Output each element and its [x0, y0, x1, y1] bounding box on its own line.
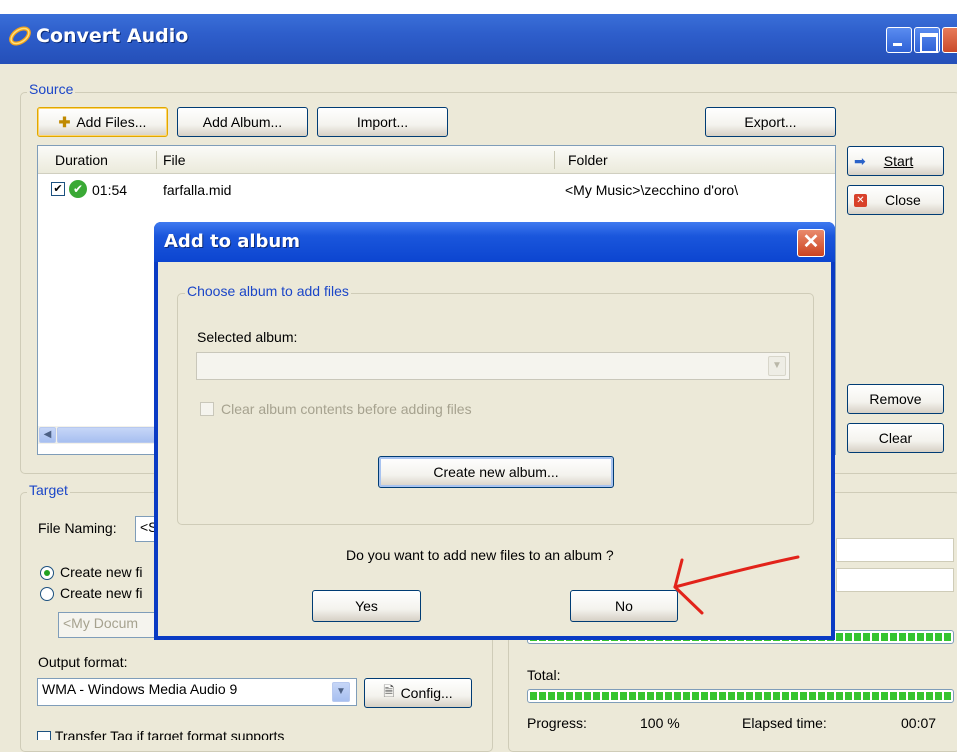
no-label: No: [615, 598, 633, 614]
chevron-down-icon[interactable]: ▼: [768, 356, 786, 376]
export-label: Export...: [744, 114, 797, 130]
import-button[interactable]: Import...: [317, 107, 448, 137]
elapsed-value: 00:07: [901, 715, 937, 731]
clear-button[interactable]: Clear: [847, 423, 944, 453]
clear-album-label: Clear album contents before adding files: [221, 401, 472, 417]
transfer-tag-label: Transfer Tag if target format supports: [54, 728, 285, 740]
dialog-title: Add to album: [164, 231, 300, 252]
arrow-right-icon: ➡: [854, 152, 866, 169]
progress-label: Progress:: [527, 715, 587, 731]
row-checkbox[interactable]: ✔: [51, 182, 65, 196]
total-progress-fill: [530, 692, 951, 700]
yes-label: Yes: [355, 598, 378, 614]
choose-album-label: Choose album to add files: [185, 283, 351, 299]
file-naming-label: File Naming:: [38, 520, 117, 536]
create-new-album-label: Create new album...: [433, 464, 559, 480]
start-label: Start: [883, 153, 914, 169]
ok-status-icon: ✔: [69, 180, 87, 198]
window-title: Convert Audio: [36, 25, 189, 47]
transfer-tag-row[interactable]: Transfer Tag if target format supports: [37, 728, 437, 740]
output-format-select[interactable]: WMA - Windows Media Audio 9: [37, 678, 357, 706]
source-group-label: Source: [27, 81, 76, 97]
add-album-button[interactable]: Add Album...: [177, 107, 308, 137]
column-duration[interactable]: Duration: [55, 152, 108, 168]
clear-label: Clear: [878, 430, 913, 446]
maximize-button[interactable]: [914, 27, 940, 53]
selected-album-select[interactable]: [196, 352, 790, 380]
column-file[interactable]: File: [163, 152, 186, 168]
dialog-close-button[interactable]: ✕: [797, 229, 825, 257]
output-format-value: WMA - Windows Media Audio 9: [42, 681, 238, 697]
radio-create-new-2-label: Create new fi: [60, 585, 143, 601]
remove-button[interactable]: Remove: [847, 384, 944, 414]
radio-create-new-1-label: Create new fi: [60, 564, 143, 580]
add-files-button[interactable]: ✚ Add Files...: [37, 107, 168, 137]
remove-label: Remove: [869, 391, 922, 407]
export-button[interactable]: Export...: [705, 107, 836, 137]
app-logo-icon: [9, 26, 31, 46]
add-files-label: Add Files...: [76, 114, 147, 130]
import-label: Import...: [356, 114, 409, 130]
total-progress-bar: [527, 689, 954, 703]
target-group-label: Target: [27, 482, 70, 498]
row-duration: 01:54: [92, 182, 128, 198]
radio-create-new-1[interactable]: [40, 566, 54, 580]
clear-album-checkbox[interactable]: [200, 402, 214, 416]
output-folder-field[interactable]: <My Docum: [58, 612, 168, 638]
total-label: Total:: [527, 667, 561, 683]
selected-album-label: Selected album:: [197, 329, 298, 345]
status-field-1: [836, 538, 954, 562]
close-x-icon: ✕: [854, 193, 867, 207]
start-button[interactable]: ➡ Start: [847, 146, 944, 176]
column-folder[interactable]: Folder: [568, 152, 608, 168]
config-button[interactable]: 🗎 Config...: [364, 678, 472, 708]
progress-value: 100 %: [640, 715, 680, 731]
column-separator: [554, 151, 555, 169]
row-folder: <My Music>\zecchino d'oro\: [565, 182, 739, 198]
status-field-2: [836, 568, 954, 592]
scroll-left-icon[interactable]: ◀: [39, 427, 56, 443]
transfer-tag-checkbox[interactable]: [37, 731, 51, 740]
chevron-down-icon[interactable]: ▼: [332, 682, 350, 702]
dialog-question: Do you want to add new files to an album…: [346, 547, 614, 563]
file-list-header: [38, 146, 835, 174]
annotation-arrow-icon: [673, 555, 800, 615]
column-separator: [156, 151, 157, 169]
output-format-label: Output format:: [38, 654, 128, 670]
close-button[interactable]: ✕ Close: [847, 185, 944, 215]
config-label: Config...: [400, 685, 453, 701]
add-icon: ✚: [58, 113, 71, 130]
minimize-button[interactable]: [886, 27, 912, 53]
row-file: farfalla.mid: [163, 182, 232, 198]
yes-button[interactable]: Yes: [312, 590, 421, 622]
window-close-button[interactable]: [942, 27, 957, 53]
close-label: Close: [885, 192, 921, 208]
add-album-label: Add Album...: [202, 114, 283, 130]
elapsed-label: Elapsed time:: [742, 715, 827, 731]
top-strip: [0, 0, 957, 14]
document-icon: 🗎: [383, 683, 395, 699]
radio-create-new-2[interactable]: [40, 587, 54, 601]
create-new-album-button[interactable]: Create new album...: [378, 456, 614, 488]
